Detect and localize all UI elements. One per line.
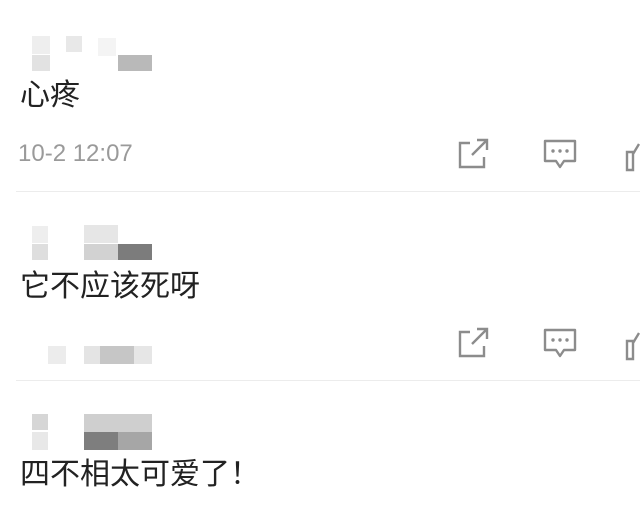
comment-item: 四不相太可爱了！: [0, 382, 640, 520]
like-icon[interactable]: [624, 329, 640, 361]
comment-text: 四不相太可爱了！: [20, 457, 260, 492]
comment-text: 它不应该死呀: [20, 269, 200, 304]
share-icon[interactable]: [456, 327, 492, 359]
comment-timestamp: 10-2 12:07: [18, 140, 133, 167]
reply-icon[interactable]: [542, 138, 578, 170]
reply-icon[interactable]: [542, 327, 578, 359]
share-icon[interactable]: [456, 138, 492, 170]
divider: [16, 380, 640, 381]
comment-item: 心疼 10-2 12:07: [0, 0, 640, 192]
like-icon[interactable]: [624, 140, 640, 172]
comment-text: 心疼: [20, 78, 80, 113]
divider: [16, 191, 640, 192]
comment-item: 它不应该死呀: [0, 193, 640, 381]
